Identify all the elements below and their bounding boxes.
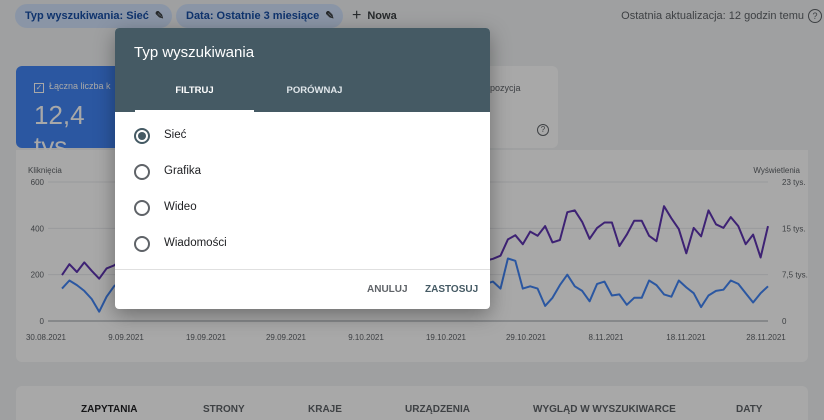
dialog-header: Typ wyszukiwania FILTRUJ PORÓWNAJ bbox=[115, 28, 490, 112]
option-news[interactable]: Wiadomości bbox=[134, 232, 464, 256]
active-tab-indicator bbox=[135, 110, 254, 112]
apply-button[interactable]: ZASTOSUJ bbox=[425, 284, 478, 295]
option-video[interactable]: Wideo bbox=[134, 196, 464, 220]
radio-unselected-icon[interactable] bbox=[134, 236, 150, 252]
tab-filter-label: FILTRUJ bbox=[175, 85, 214, 96]
tab-filter[interactable]: FILTRUJ bbox=[135, 83, 254, 112]
option-news-label: Wiadomości bbox=[164, 237, 227, 249]
radio-unselected-icon[interactable] bbox=[134, 164, 150, 180]
option-web[interactable]: Sieć bbox=[134, 124, 464, 148]
dialog-title: Typ wyszukiwania bbox=[134, 44, 255, 61]
radio-unselected-icon[interactable] bbox=[134, 200, 150, 216]
cancel-button[interactable]: ANULUJ bbox=[367, 284, 408, 295]
option-image[interactable]: Grafika bbox=[134, 160, 464, 184]
tab-compare[interactable]: PORÓWNAJ bbox=[255, 83, 374, 112]
option-video-label: Wideo bbox=[164, 201, 197, 213]
radio-selected-icon[interactable] bbox=[134, 128, 150, 144]
option-image-label: Grafika bbox=[164, 165, 202, 177]
tab-compare-label: PORÓWNAJ bbox=[286, 85, 343, 96]
search-type-dialog: Typ wyszukiwania FILTRUJ PORÓWNAJ Sieć G… bbox=[115, 28, 490, 309]
dialog-divider bbox=[115, 269, 490, 270]
option-web-label: Sieć bbox=[164, 129, 187, 141]
